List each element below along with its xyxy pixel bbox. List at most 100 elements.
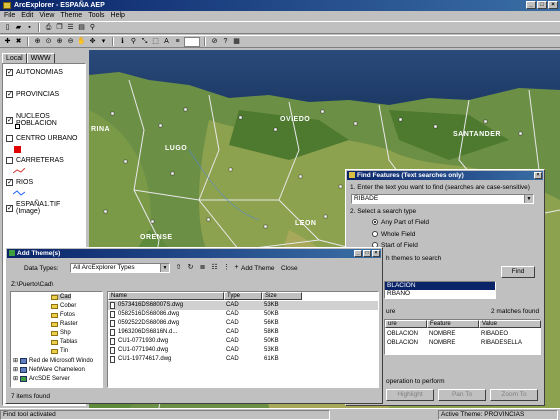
tree-node-cober[interactable]: Cober — [51, 303, 76, 309]
tree-node-microsoft-network[interactable]: ⊞ Red de Microsoft Windo — [13, 357, 93, 364]
menu-help[interactable]: Help — [111, 11, 125, 21]
add-theme-button[interactable]: Add Theme — [241, 265, 274, 272]
col-type[interactable]: Type — [224, 292, 262, 300]
layer-checkbox[interactable] — [6, 135, 13, 142]
pan-icon[interactable]: ✋ — [77, 37, 86, 46]
col-name[interactable]: Name — [108, 292, 224, 300]
col-size[interactable]: Size — [262, 292, 302, 300]
chevron-down-icon[interactable]: ▼ — [524, 195, 533, 203]
layer-checkbox[interactable]: ✓ — [6, 91, 13, 98]
legend-item-rios[interactable]: ✓ RIOS — [6, 179, 33, 186]
result-row-value[interactable]: RIBADESELLA — [481, 339, 522, 347]
results-col-feature[interactable]: Feature — [427, 320, 479, 328]
result-row-theme[interactable]: OBLACION — [387, 339, 418, 347]
up-folder-icon[interactable]: ⇧ — [174, 263, 183, 272]
map-properties-icon[interactable]: ▤ — [77, 23, 86, 32]
file-row[interactable]: 0573416DS68007S.dwg CAD 53KB — [108, 301, 378, 310]
find-dialog-close-button[interactable]: × — [534, 172, 542, 179]
select-combo[interactable] — [184, 36, 200, 47]
expand-icon[interactable]: ⊞ — [13, 375, 18, 382]
maximize-button[interactable]: □ — [537, 1, 547, 9]
expand-icon[interactable]: ⊞ — [13, 366, 18, 373]
legend-item-provincias[interactable]: ✓ PROVINCIAS — [6, 91, 59, 98]
file-row[interactable]: CU1-19774617.dwg CAD 61KB — [108, 355, 378, 364]
layer-checkbox[interactable] — [6, 157, 13, 164]
close-dialog-button[interactable]: Close — [281, 265, 298, 272]
results-col-theme[interactable]: ure — [385, 320, 427, 328]
find-icon[interactable]: ⚲ — [129, 37, 138, 46]
print-icon[interactable]: ⎙ — [44, 23, 53, 32]
file-row[interactable]: 1963206DS6816N.d... CAD 58KB — [108, 328, 378, 337]
add-theme-close-button[interactable]: × — [372, 250, 380, 257]
help-icon[interactable]: ? — [221, 37, 230, 46]
details-view-icon[interactable]: ☷ — [210, 263, 219, 272]
pan-directional-icon[interactable]: ✥ — [88, 37, 97, 46]
identify-icon[interactable]: ℹ — [118, 37, 127, 46]
menu-file[interactable]: File — [4, 11, 15, 21]
query-icon[interactable]: ⚲ — [88, 23, 97, 32]
remove-theme-icon[interactable]: ✖ — [14, 37, 23, 46]
tree-node-raster[interactable]: Raster — [51, 321, 78, 327]
query-builder-icon[interactable]: ≡ — [173, 37, 182, 46]
theme-item-selected[interactable]: BLACION — [385, 282, 495, 290]
legend-item-centro-urbano[interactable]: CENTRO URBANO — [6, 135, 77, 142]
label-icon[interactable]: A — [162, 37, 171, 46]
radio-any-part[interactable] — [372, 219, 378, 225]
full-extent-icon[interactable]: ⊕ — [33, 37, 42, 46]
tree-node-shp[interactable]: Shp — [51, 330, 71, 336]
highlight-button[interactable]: Highlight — [386, 389, 434, 401]
folder-tree[interactable]: Cad Cober Fotos Raster Shp Tablas Tin ⊞ R… — [10, 291, 103, 388]
menu-edit[interactable]: Edit — [21, 11, 33, 21]
tree-node-arcsde[interactable]: ⊞ ArcSDE Server — [13, 375, 70, 382]
legend-item-image[interactable]: ✓ ESPAÑA1.TIF (Image) — [6, 201, 85, 215]
themes-list[interactable]: BLACION RBANO — [384, 281, 496, 299]
data-types-select[interactable]: All ArcExplorer Types ▼ — [70, 263, 170, 273]
file-row[interactable]: 0592522DS68086.dwg CAD 56KB — [108, 319, 378, 328]
clear-selection-icon[interactable]: ⊘ — [210, 37, 219, 46]
radio-whole-field[interactable] — [372, 231, 378, 237]
results-col-value[interactable]: Value — [479, 320, 541, 328]
file-row[interactable]: 0582516DS68086.dwg CAD 50KB — [108, 310, 378, 319]
result-row-value[interactable]: RIBADEO — [481, 330, 508, 338]
option-start-field[interactable]: Start of Field — [381, 242, 418, 249]
zoom-to-button[interactable]: Zoom To — [490, 389, 538, 401]
attributes-icon[interactable]: ▦ — [232, 37, 241, 46]
result-row-theme[interactable]: OBLACION — [387, 330, 418, 338]
add-theme-minimize-button[interactable]: _ — [354, 250, 362, 257]
close-button[interactable]: × — [548, 1, 558, 9]
tree-node-fotos[interactable]: Fotos — [51, 312, 75, 318]
tree-node-tablas[interactable]: Tablas — [51, 339, 77, 345]
minimize-button[interactable]: _ — [526, 1, 536, 9]
menu-theme[interactable]: Theme — [60, 11, 82, 21]
zoom-out-icon[interactable]: ⊖ — [66, 37, 75, 46]
tree-node-tin[interactable]: Tin — [51, 348, 68, 354]
option-whole-field[interactable]: Whole Field — [381, 231, 415, 238]
select-icon[interactable]: ⬚ — [151, 37, 160, 46]
legend-item-autonomias[interactable]: ✓ AUTONOMIAS — [6, 69, 63, 76]
menu-tools[interactable]: Tools — [88, 11, 104, 21]
file-list[interactable]: Name Type Size 0573416DS68007S.dwg CAD 53K… — [107, 291, 379, 388]
tree-node-netware[interactable]: ⊞ NetWare Chameleon — [13, 366, 85, 373]
add-layer-icon[interactable]: + — [232, 263, 241, 272]
expand-icon[interactable]: ⊞ — [13, 357, 18, 364]
layer-checkbox[interactable]: ✓ — [6, 69, 13, 76]
legend-icon[interactable]: ☰ — [66, 23, 75, 32]
save-icon[interactable]: ▪ — [25, 23, 34, 32]
legend-item-carreteras[interactable]: CARRETERAS — [6, 157, 64, 164]
add-theme-maximize-button[interactable]: □ — [363, 250, 371, 257]
result-row-feature[interactable]: NOMBRE — [429, 330, 455, 338]
chevron-down-icon[interactable]: ▼ — [160, 264, 169, 272]
zoom-active-icon[interactable]: ⊙ — [44, 37, 53, 46]
layer-checkbox[interactable]: ✓ — [6, 179, 13, 186]
dropdown-icon[interactable]: ▾ — [99, 37, 108, 46]
list-view-icon[interactable]: ≣ — [198, 263, 207, 272]
open-icon[interactable]: ▰ — [14, 23, 23, 32]
layer-checkbox[interactable]: ✓ — [6, 116, 13, 124]
theme-item[interactable]: RBANO — [385, 290, 495, 298]
tree-view-icon[interactable]: ⋮ — [222, 263, 231, 272]
result-row-feature[interactable]: NOMBRE — [429, 339, 455, 347]
zoom-in-icon[interactable]: ⊕ — [55, 37, 64, 46]
menu-view[interactable]: View — [39, 11, 54, 21]
find-search-input[interactable]: RIBADE ▼ — [351, 194, 534, 204]
option-any-part[interactable]: Any Part of Field — [381, 219, 429, 226]
